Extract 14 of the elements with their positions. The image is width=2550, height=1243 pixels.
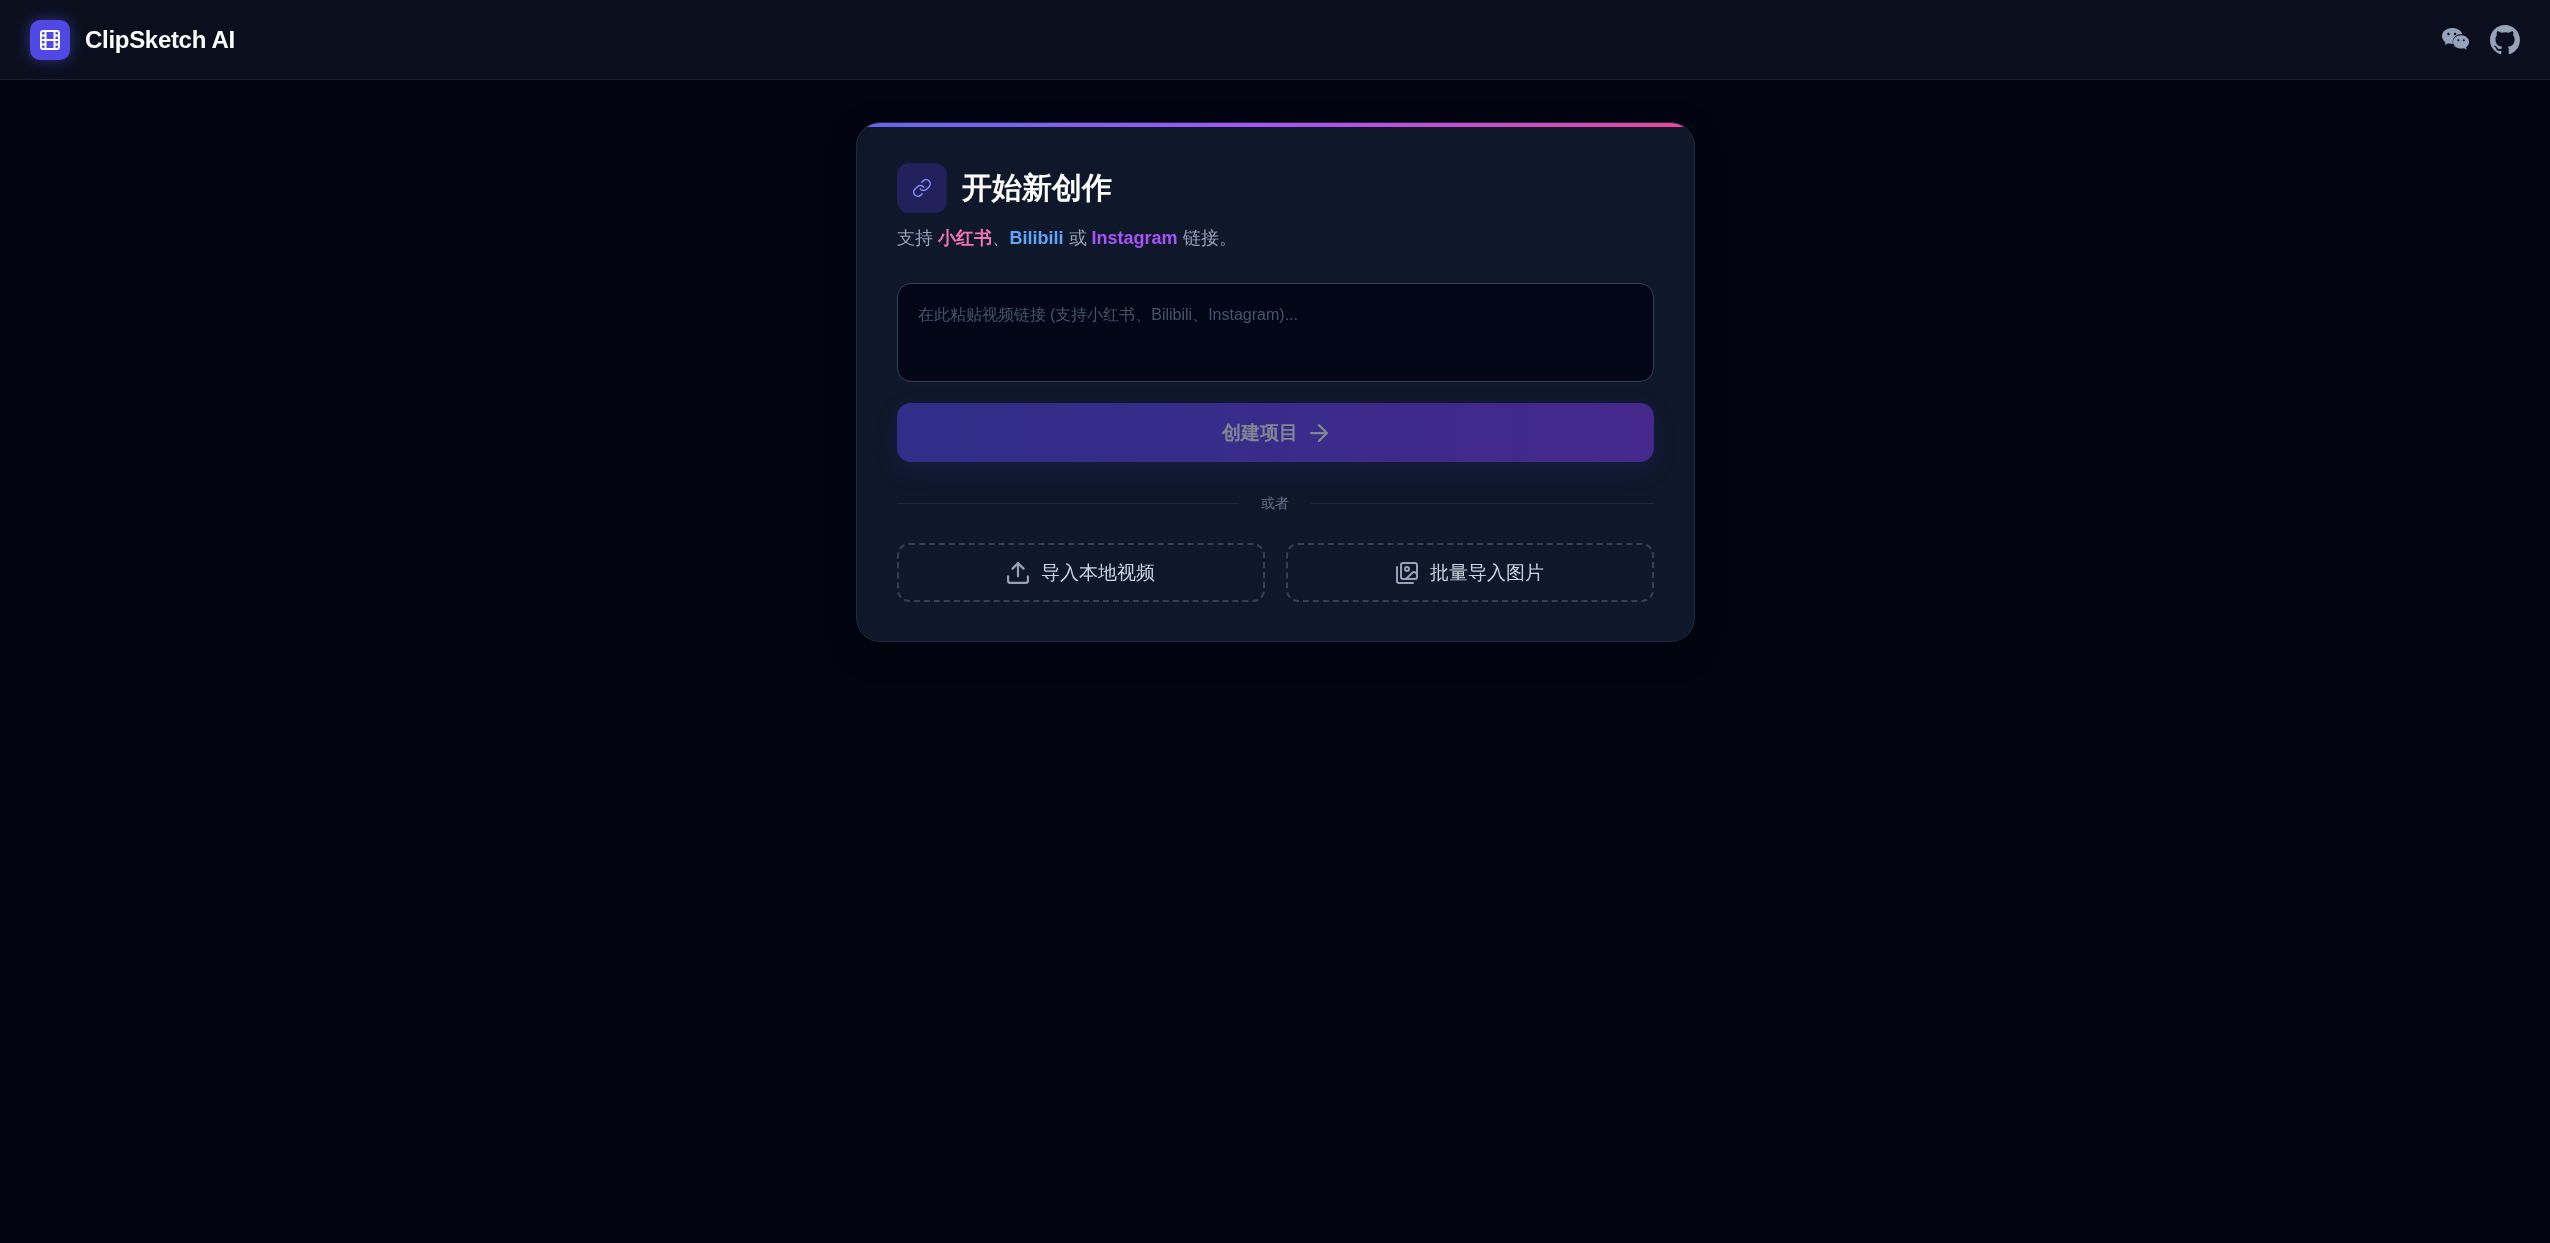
link-icon xyxy=(896,163,947,213)
video-link-input-field[interactable]: 在此粘贴视频链接 (支持小红书、Bilibili、Instagram)... xyxy=(896,283,1654,382)
divider-label: 或者 xyxy=(1261,494,1289,513)
app-title: ClipSketch AI xyxy=(85,25,235,54)
import-images-button[interactable]: 批量导入图片 xyxy=(1285,543,1654,602)
supported-platforms-text: 支持 小红书、Bilibili 或 Instagram 链接。 xyxy=(896,227,1237,250)
images-icon xyxy=(1395,561,1418,584)
upload-icon xyxy=(1006,561,1029,584)
github-icon[interactable] xyxy=(2490,24,2520,55)
arrow-right-icon xyxy=(1310,423,1328,442)
chat-bubbles-icon[interactable] xyxy=(2441,27,2470,52)
film-logo-icon xyxy=(30,19,70,60)
import-video-button[interactable]: 导入本地视频 xyxy=(896,543,1265,602)
card-title: 开始新创作 xyxy=(961,170,1112,206)
